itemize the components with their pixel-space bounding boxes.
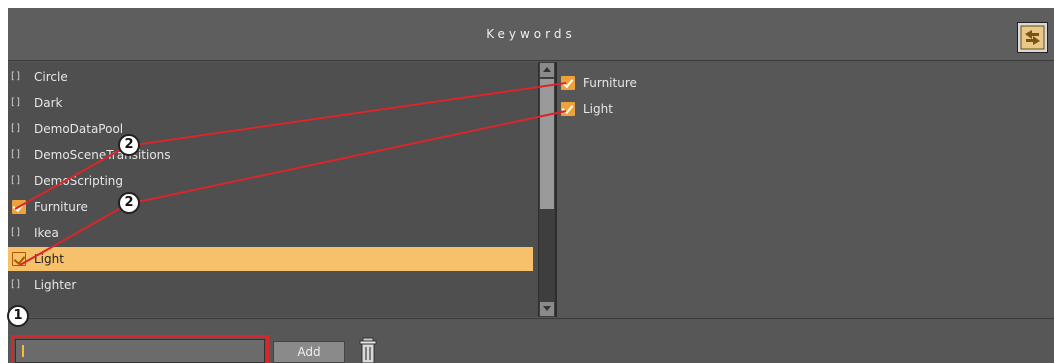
bottom-toolbar: Add bbox=[8, 318, 1054, 363]
checkbox[interactable] bbox=[11, 226, 26, 240]
callout-badge: 1 bbox=[7, 305, 29, 327]
checkbox[interactable] bbox=[561, 102, 575, 116]
checkbox[interactable] bbox=[561, 76, 575, 90]
scroll-thumb[interactable] bbox=[540, 79, 554, 209]
list-item[interactable]: Lighter bbox=[8, 273, 533, 297]
text-caret bbox=[22, 345, 24, 357]
list-item-label: DemoScripting bbox=[34, 174, 124, 188]
sync-icon bbox=[1020, 25, 1045, 50]
all-keywords-list[interactable]: Circle Dark DemoDataPool DemoSceneTransi… bbox=[8, 62, 538, 317]
list-item[interactable]: Furniture bbox=[557, 71, 1047, 95]
callout-badge: 2 bbox=[118, 192, 140, 214]
checkbox[interactable] bbox=[11, 148, 26, 162]
add-button[interactable]: Add bbox=[273, 341, 345, 363]
list-item-label: Lighter bbox=[34, 278, 77, 292]
callout-badge: 2 bbox=[118, 134, 140, 156]
checkbox[interactable] bbox=[12, 200, 26, 214]
list-item[interactable]: Light bbox=[557, 97, 1047, 121]
list-scrollbar[interactable] bbox=[538, 62, 555, 317]
checkbox[interactable] bbox=[12, 252, 26, 266]
list-item-label: Furniture bbox=[34, 200, 88, 214]
list-item[interactable]: DemoSceneTransitions bbox=[8, 143, 533, 167]
checkbox[interactable] bbox=[11, 122, 26, 136]
checkbox[interactable] bbox=[11, 174, 26, 188]
checkbox[interactable] bbox=[11, 96, 26, 110]
list-item[interactable]: Dark bbox=[8, 91, 533, 115]
list-item[interactable]: Furniture bbox=[8, 195, 533, 219]
header-title: Keywords bbox=[486, 27, 576, 41]
list-item[interactable]: DemoDataPool bbox=[8, 117, 533, 141]
trash-icon[interactable] bbox=[358, 337, 378, 363]
list-item[interactable]: Circle bbox=[8, 65, 533, 89]
keywords-panel: Keywords Circle Dark DemoDataPool DemoSc… bbox=[8, 8, 1054, 363]
list-item[interactable]: DemoScripting bbox=[8, 169, 533, 193]
list-item-label: DemoSceneTransitions bbox=[34, 148, 171, 162]
scroll-up-icon[interactable] bbox=[540, 63, 554, 77]
checkbox[interactable] bbox=[11, 278, 26, 292]
list-item-label: Ikea bbox=[34, 226, 59, 240]
assigned-keywords-list[interactable]: Furniture Light bbox=[557, 62, 1054, 317]
checkbox[interactable] bbox=[11, 70, 26, 84]
scroll-down-icon[interactable] bbox=[540, 302, 554, 316]
keyword-input[interactable] bbox=[15, 339, 265, 363]
list-item-label: Light bbox=[583, 102, 613, 116]
list-item-label: Light bbox=[34, 252, 64, 266]
list-item[interactable]: Light bbox=[8, 247, 533, 271]
sync-button[interactable] bbox=[1017, 22, 1048, 53]
list-item[interactable]: Ikea bbox=[8, 221, 533, 245]
keywords-header: Keywords bbox=[8, 8, 1054, 61]
list-item-label: Dark bbox=[34, 96, 63, 110]
list-item-label: Circle bbox=[34, 70, 68, 84]
list-item-label: Furniture bbox=[583, 76, 637, 90]
list-item-label: DemoDataPool bbox=[34, 122, 124, 136]
